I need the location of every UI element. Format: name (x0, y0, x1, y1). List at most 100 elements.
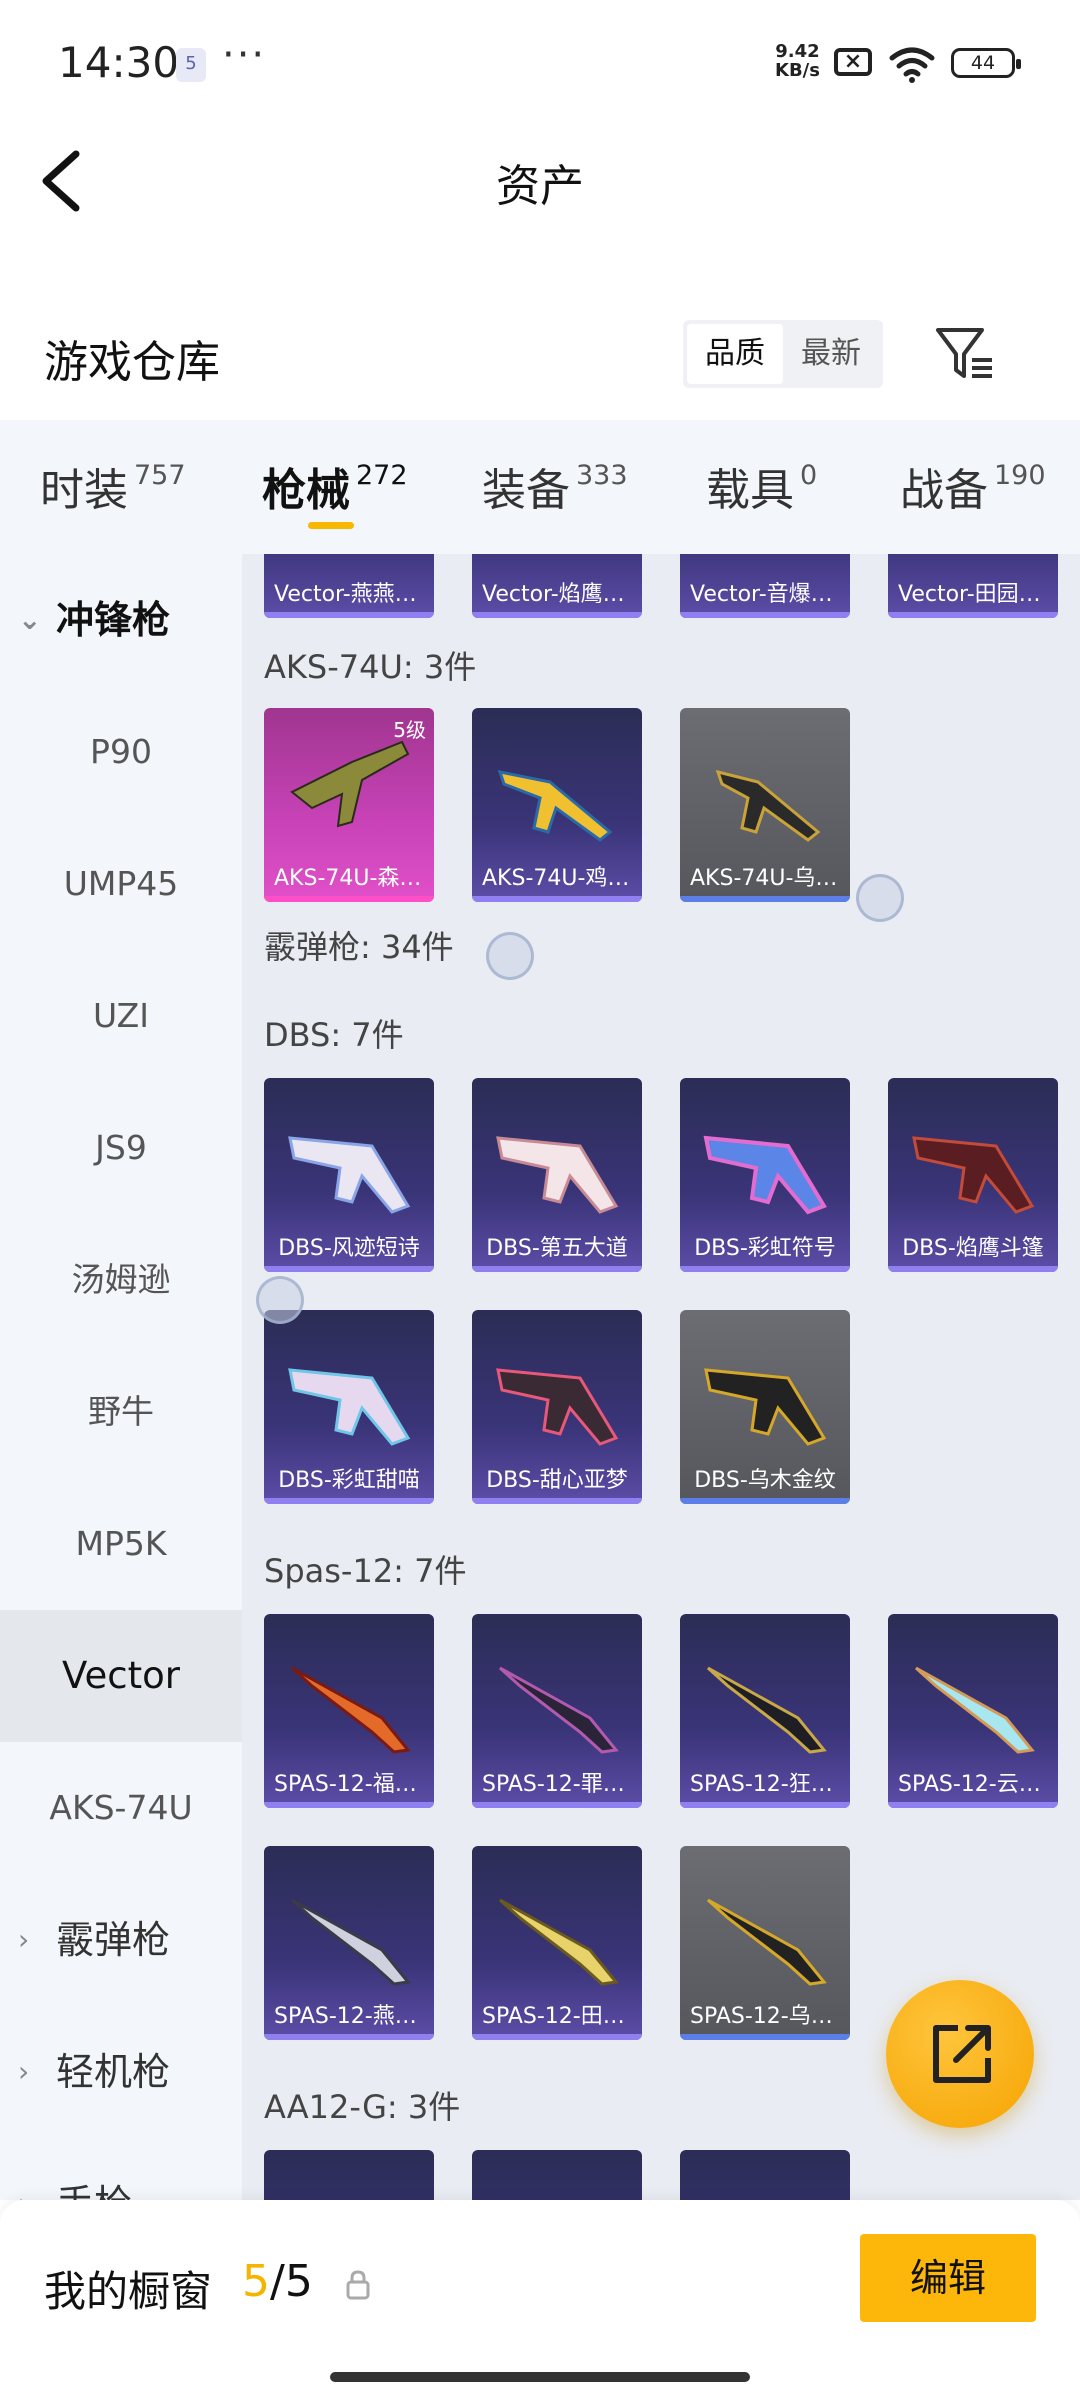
sidebar-group-shotgun[interactable]: › 霰弹枪 (0, 1874, 242, 2006)
sidebar-item-label: Vector (62, 1654, 180, 1697)
category-header: DBS: 7件 (264, 1016, 404, 1054)
item-name: DBS-第五大道 (486, 1236, 628, 1261)
item-name: Vector-焰鹰斗篷 (482, 582, 642, 607)
category-header: AA12-G: 3件 (264, 2088, 461, 2126)
item-name: SPAS-12-狂热之音 (690, 1772, 850, 1797)
sort-quality-button[interactable]: 品质 (687, 324, 783, 384)
gun-icon (715, 769, 821, 842)
tab-count: 0 (800, 460, 818, 491)
showcase-label: 我的橱窗 (44, 2267, 213, 2316)
network-speed-value: 9.42 (775, 41, 820, 62)
item-card[interactable]: AKS-74U-乌木金纹 (680, 708, 850, 902)
item-card[interactable]: DBS-焰鹰斗篷 (888, 1078, 1058, 1272)
item-card[interactable] (472, 2150, 642, 2200)
item-card[interactable]: Vector-田园牧歌 (888, 554, 1058, 618)
sidebar-item-label: P90 (90, 732, 152, 771)
sidebar-item-js9[interactable]: JS9 (0, 1082, 242, 1214)
item-card[interactable]: DBS-甜心亚梦 (472, 1310, 642, 1504)
gun-icon (288, 1136, 411, 1214)
tab-label: 载具 (706, 465, 794, 516)
tab-count: 757 (134, 460, 186, 491)
notification-icon: 5 (176, 48, 206, 82)
item-card[interactable]: SPAS-12-云中白鹤 (888, 1614, 1058, 1808)
category-header: Spas-12: 7件 (264, 1552, 467, 1590)
item-card[interactable]: Vector-焰鹰斗篷 (472, 554, 642, 618)
tab-equipment[interactable]: 装备 333 (482, 454, 628, 518)
gun-icon (496, 1368, 619, 1446)
item-name: SPAS-12-田园牧歌 (482, 2004, 642, 2029)
sort-newest-button[interactable]: 最新 (783, 324, 879, 384)
item-name: DBS-风迹短诗 (278, 1236, 420, 1261)
sidebar-group-pistol[interactable]: › 手枪 (0, 2138, 242, 2200)
item-card[interactable] (680, 2150, 850, 2200)
sort-toggle: 品质 最新 (683, 320, 883, 388)
sidebar-item-p90[interactable]: P90 (0, 686, 242, 818)
sidebar-item-ump45[interactable]: UMP45 (0, 818, 242, 950)
item-card[interactable] (264, 2150, 434, 2200)
gun-icon (290, 1898, 411, 1986)
sidebar-item-uzi[interactable]: UZI (0, 950, 242, 1082)
gun-icon (706, 1898, 827, 1986)
showcase-count-current: 5 (242, 2256, 270, 2307)
filter-icon[interactable] (934, 324, 996, 382)
sidebar-item-label: UMP45 (63, 864, 179, 903)
tab-tactical[interactable]: 战备 190 (900, 454, 1046, 518)
network-speed: 9.42 KB/s (775, 42, 820, 80)
gun-icon (704, 1368, 827, 1446)
item-card[interactable]: AKS-74U-鸡尾酒 (472, 708, 642, 902)
category-header: AKS-74U: 3件 (264, 648, 477, 686)
item-card[interactable]: SPAS-12-燕燕于飞 (264, 1846, 434, 2040)
category-tab-bar: 时装 757 枪械 272 装备 333 载具 0 战备 190 (0, 420, 1080, 554)
sidebar-item-bizon[interactable]: 野牛 (0, 1346, 242, 1478)
gun-icon (290, 1666, 411, 1754)
sidebar-item-label: 霰弹枪 (56, 1918, 171, 1962)
item-card[interactable]: SPAS-12-田园牧歌 (472, 1846, 642, 2040)
item-name: DBS-乌木金纹 (694, 1468, 836, 1493)
chevron-right-icon: › (18, 2055, 30, 2088)
item-card[interactable]: DBS-第五大道 (472, 1078, 642, 1272)
item-card[interactable]: 5级 AKS-74U-森林之子 (264, 708, 434, 902)
item-name: SPAS-12-燕燕于飞 (274, 2004, 434, 2029)
tab-vehicles[interactable]: 载具 0 (706, 454, 817, 518)
sidebar-item-label: 野牛 (88, 1392, 154, 1431)
item-card[interactable]: Vector-燕燕于飞 (264, 554, 434, 618)
item-card[interactable]: SPAS-12-罪恶之城 (472, 1614, 642, 1808)
share-button[interactable] (886, 1980, 1034, 2128)
sidebar-item-vector[interactable]: Vector (0, 1610, 242, 1742)
gun-icon (288, 1368, 411, 1446)
item-card[interactable]: SPAS-12-乌木金纹 (680, 1846, 850, 2040)
gun-icon (290, 740, 410, 828)
sidebar-item-label: JS9 (95, 1128, 147, 1167)
sidebar-item-label: 冲锋枪 (56, 598, 171, 642)
sidebar-item-aks74u[interactable]: AKS-74U (0, 1742, 242, 1874)
item-card[interactable]: DBS-乌木金纹 (680, 1310, 850, 1504)
item-card[interactable]: SPAS-12-狂热之音 (680, 1614, 850, 1808)
tab-firearms[interactable]: 枪械 272 (262, 454, 408, 518)
item-name: DBS-甜心亚梦 (486, 1468, 628, 1493)
item-card[interactable]: SPAS-12-福禄寿喜 (264, 1614, 434, 1808)
item-name: SPAS-12-罪恶之城 (482, 1772, 642, 1797)
chevron-right-icon: › (18, 2138, 29, 2200)
tab-count: 190 (994, 460, 1046, 491)
tab-label: 装备 (482, 465, 570, 516)
tab-label: 时装 (40, 465, 128, 516)
touch-indicator (486, 932, 534, 980)
sim-off-icon: × (834, 48, 872, 76)
item-card[interactable]: DBS-彩虹符号 (680, 1078, 850, 1272)
share-icon (933, 2025, 991, 2083)
gun-icon (498, 1898, 619, 1986)
section-title: 游戏仓库 (44, 337, 220, 388)
sidebar-item-label: 轻机枪 (56, 2050, 171, 2094)
sidebar-group-lmg[interactable]: › 轻机枪 (0, 2006, 242, 2138)
item-card[interactable]: Vector-音爆轰鸣 (680, 554, 850, 618)
sidebar-group-smg[interactable]: ⌄ 冲锋枪 (0, 554, 242, 686)
sidebar-item-thompson[interactable]: 汤姆逊 (0, 1214, 242, 1346)
item-card[interactable]: DBS-风迹短诗 (264, 1078, 434, 1272)
sidebar-item-mp5k[interactable]: MP5K (0, 1478, 242, 1610)
gun-icon (912, 1136, 1035, 1214)
tab-fashion[interactable]: 时装 757 (40, 454, 186, 518)
edit-button[interactable]: 编辑 (860, 2234, 1036, 2322)
item-card[interactable]: DBS-彩虹甜喵 (264, 1310, 434, 1504)
item-name: DBS-彩虹甜喵 (278, 1468, 420, 1493)
home-indicator[interactable] (330, 2372, 750, 2382)
